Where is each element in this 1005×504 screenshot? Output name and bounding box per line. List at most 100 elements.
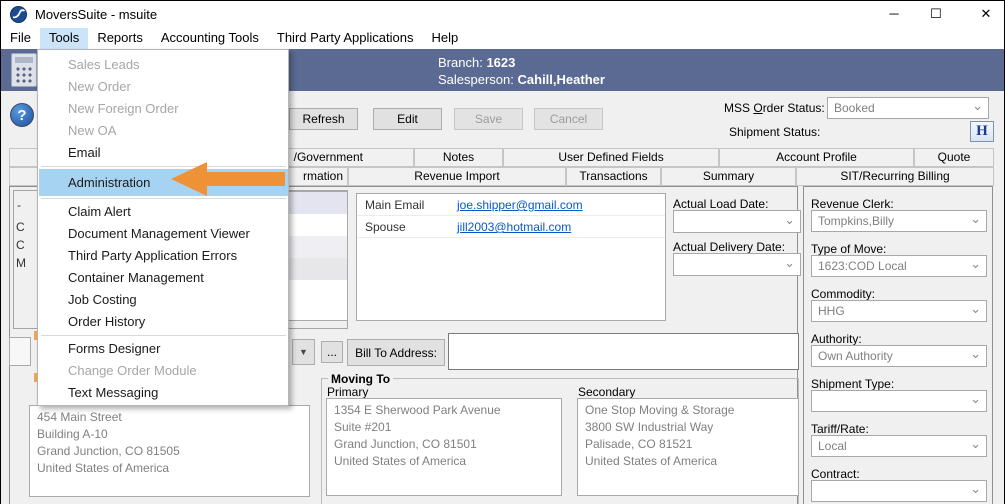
field-value: Tompkins,Billy [818,214,895,228]
field-combo-contract-[interactable]: ⌄ [811,480,987,502]
menubar-item-third-party-applications[interactable]: Third Party Applications [268,28,423,49]
secondary-address-box[interactable]: One Stop Moving & Storage 3800 SW Indust… [577,398,799,496]
menubar-item-tools[interactable]: Tools [39,28,89,49]
menubar-item-accounting-tools[interactable]: Accounting Tools [152,28,268,49]
contact-row: Main Email joe.shipper@gmail.com [357,194,665,216]
field-combo-authority-[interactable]: Own Authority ⌄ [811,345,987,367]
chevron-down-icon: ⌄ [970,256,981,272]
calculator-screen [15,57,33,63]
tools-menu-item-container-management[interactable]: Container Management [39,267,288,289]
field-value: 1623:COD Local [818,259,907,273]
hidden-small-button[interactable] [9,337,31,366]
chevron-down-icon: ⌄ [784,211,795,227]
shipment-status-label: Shipment Status: [729,125,821,139]
contact-row: Spouse jill2003@hotmail.com [357,216,665,238]
field-combo-commodity-[interactable]: HHG ⌄ [811,300,987,322]
branch-row: Branch: 1623 [438,55,515,70]
tools-menu-item-order-history[interactable]: Order History [39,311,288,333]
field-combo-type-of-move-[interactable]: 1623:COD Local ⌄ [811,255,987,277]
contact-email-box: Main Email joe.shipper@gmail.com Spouse jil… [356,193,666,321]
mss-order-status-combo[interactable]: Booked ⌄ [827,97,989,119]
primary-label: Primary [327,385,369,399]
primary-address-box[interactable]: 1354 E Sherwood Park Avenue Suite #201 G… [326,398,562,496]
close-button[interactable]: ✕ [971,3,1001,25]
bill-to-address-button[interactable]: Bill To Address: [347,339,445,366]
field-value: Local [818,439,847,453]
save-button: Save [454,108,523,130]
chevron-down-icon: ⌄ [970,211,981,227]
tools-menu-item-third-party-application-errors[interactable]: Third Party Application Errors [39,245,288,267]
chevron-down-icon: ⌄ [970,481,981,497]
hidden-label-fragment: C [16,220,25,234]
app-window: MoversSuite - msuite ─ ☐ ✕ File Tools Repo… [0,0,1005,504]
hidden-label-fragment: M [16,256,26,270]
menu-separator [41,335,286,336]
tools-menu-item-new-order: New Order [68,79,131,94]
field-label-authority-: Authority: [811,332,862,346]
tools-menu-item-claim-alert[interactable]: Claim Alert [39,201,288,223]
contact-email-link[interactable]: jill2003@hotmail.com [457,220,571,234]
actual-load-date-combo[interactable]: ⌄ [673,210,801,233]
tools-menu-item-document-management-viewer[interactable]: Document Management Viewer [39,223,288,245]
tab-account-profile[interactable]: Account Profile [719,148,914,167]
branch-label: Branch: [438,55,483,70]
name-dropdown-button[interactable]: ▼ [292,339,315,365]
menubar-item-help[interactable]: Help [422,28,467,49]
maximize-button[interactable]: ☐ [921,3,951,25]
menubar-item-reports[interactable]: Reports [88,28,152,49]
calculator-icon[interactable] [11,53,37,87]
salesperson-row: Salesperson: Cahill,Heather [438,72,605,87]
shipment-history-button[interactable]: H [970,121,994,142]
actual-delivery-date-label: Actual Delivery Date: [673,240,786,254]
edit-button[interactable]: Edit [373,108,442,130]
field-label-tariff-rate-: Tariff/Rate: [811,422,869,436]
calculator-keys [15,66,33,84]
title-bar: MoversSuite - msuite ─ ☐ ✕ [1,1,1004,28]
actual-delivery-date-combo[interactable]: ⌄ [673,253,801,276]
cancel-button: Cancel [534,108,603,130]
field-combo-shipment-type-[interactable]: ⌄ [811,390,987,412]
help-icon[interactable]: ? [10,103,34,127]
minimize-button[interactable]: ─ [879,3,909,25]
browse-ellipsis-button[interactable]: ... [321,341,343,363]
tools-menu-item-text-messaging[interactable]: Text Messaging [39,382,288,404]
tab-summary[interactable]: Summary [661,167,796,186]
tools-menu-item-job-costing[interactable]: Job Costing [39,289,288,311]
field-combo-revenue-clerk-[interactable]: Tompkins,Billy ⌄ [811,210,987,232]
tools-menu-item-change-order-module: Change Order Module [68,363,197,378]
field-combo-tariff-rate-[interactable]: Local ⌄ [811,435,987,457]
origin-address-box[interactable]: 454 Main Street Building A-10 Grand Junc… [29,405,310,497]
actual-load-date-label: Actual Load Date: [673,197,769,211]
window-title: MoversSuite - msuite [35,7,158,22]
dropdown-arrow-icon: ▼ [299,347,308,357]
field-value: HHG [818,304,845,318]
chevron-down-icon: ⌄ [972,98,983,114]
refresh-button[interactable]: Refresh [289,108,358,130]
field-label-shipment-type-: Shipment Type: [811,377,895,391]
tools-menu-item-sales-leads: Sales Leads [68,57,140,72]
chevron-down-icon: ⌄ [970,301,981,317]
tools-menu-item-forms-designer[interactable]: Forms Designer [39,338,288,360]
chevron-down-icon: ⌄ [784,254,795,270]
contact-type-label: Spouse [365,220,406,234]
tab-user-defined-fields[interactable]: User Defined Fields [503,148,719,167]
field-label-revenue-clerk-: Revenue Clerk: [811,197,894,211]
hidden-label-fragment: C [16,238,25,252]
tab-revenue-import[interactable]: Revenue Import [348,167,566,186]
bill-to-address-textbox[interactable] [448,333,799,370]
chevron-down-icon: ⌄ [970,346,981,362]
mss-order-status-value: Booked [834,101,875,115]
tab-notes[interactable]: Notes [414,148,503,167]
contact-email-link[interactable]: joe.shipper@gmail.com [457,198,583,212]
menu-separator [41,198,286,199]
menubar-item-file[interactable]: File [1,28,40,49]
tab-quote[interactable]: Quote [914,148,994,167]
tab-sit-recurring-billing[interactable]: SIT/Recurring Billing [796,167,994,186]
hidden-label-dash: - [17,198,21,212]
tab-transactions[interactable]: Transactions [566,167,661,186]
moving-to-title: Moving To [328,372,394,386]
tools-menu-item-email[interactable]: Email [39,142,288,164]
branch-value: 1623 [486,55,516,70]
field-label-type-of-move-: Type of Move: [811,242,887,256]
secondary-label: Secondary [578,385,636,399]
